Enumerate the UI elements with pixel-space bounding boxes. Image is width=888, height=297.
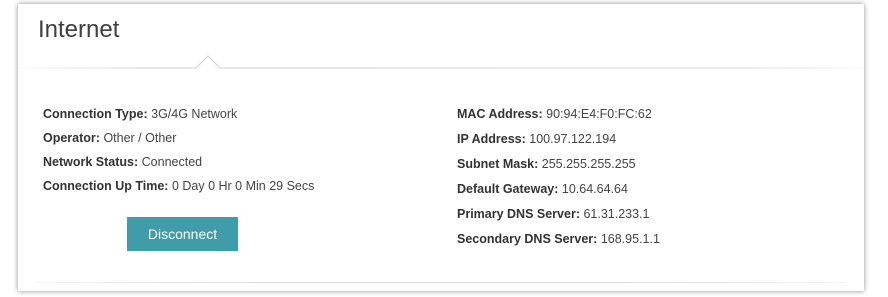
- subnet-mask-value: 255.255.255.255: [541, 157, 636, 171]
- primary-dns-value: 61.31.233.1: [583, 207, 650, 221]
- network-status-row: Network Status: Connected: [43, 150, 314, 174]
- operator-value: Other / Other: [103, 131, 177, 145]
- subnet-mask-label: Subnet Mask:: [457, 157, 539, 171]
- connection-uptime-label: Connection Up Time:: [43, 179, 169, 193]
- secondary-dns-row: Secondary DNS Server: 168.95.1.1: [457, 227, 660, 252]
- mac-address-label: MAC Address:: [457, 107, 543, 121]
- internet-panel: Internet Connection Type: 3G/4G Network: [18, 4, 864, 291]
- default-gateway-row: Default Gateway: 10.64.64.64: [457, 177, 660, 202]
- ip-address-value: 100.97.122.194: [529, 132, 617, 146]
- ip-address-row: IP Address: 100.97.122.194: [457, 127, 660, 152]
- connection-type-value: 3G/4G Network: [151, 107, 238, 121]
- ip-address-label: IP Address:: [457, 132, 526, 146]
- operator-label: Operator:: [43, 131, 100, 145]
- primary-dns-label: Primary DNS Server:: [457, 207, 580, 221]
- primary-dns-row: Primary DNS Server: 61.31.233.1: [457, 202, 660, 227]
- panel-title: Internet: [38, 16, 120, 43]
- title-divider: [18, 44, 864, 74]
- default-gateway-label: Default Gateway:: [457, 182, 559, 196]
- connection-info-column: Connection Type: 3G/4G Network Operator:…: [43, 102, 314, 198]
- disconnect-button[interactable]: Disconnect: [127, 217, 238, 251]
- connection-type-label: Connection Type:: [43, 107, 148, 121]
- connection-uptime-value: 0 Day 0 Hr 0 Min 29 Secs: [171, 179, 315, 193]
- operator-row: Operator: Other / Other: [43, 126, 314, 150]
- default-gateway-value: 10.64.64.64: [561, 182, 628, 196]
- secondary-dns-label: Secondary DNS Server:: [457, 232, 598, 246]
- mac-address-value: 90:94:E4:F0:FC:62: [546, 107, 652, 121]
- address-info-column: MAC Address: 90:94:E4:F0:FC:62 IP Addres…: [457, 102, 660, 252]
- connection-type-row: Connection Type: 3G/4G Network: [43, 102, 314, 126]
- secondary-dns-value: 168.95.1.1: [600, 232, 660, 246]
- network-status-value: Connected: [141, 155, 203, 169]
- bottom-divider: [36, 282, 846, 283]
- connection-uptime-row: Connection Up Time: 0 Day 0 Hr 0 Min 29 …: [43, 174, 314, 198]
- mac-address-row: MAC Address: 90:94:E4:F0:FC:62: [457, 102, 660, 127]
- network-status-label: Network Status:: [43, 155, 139, 169]
- subnet-mask-row: Subnet Mask: 255.255.255.255: [457, 152, 660, 177]
